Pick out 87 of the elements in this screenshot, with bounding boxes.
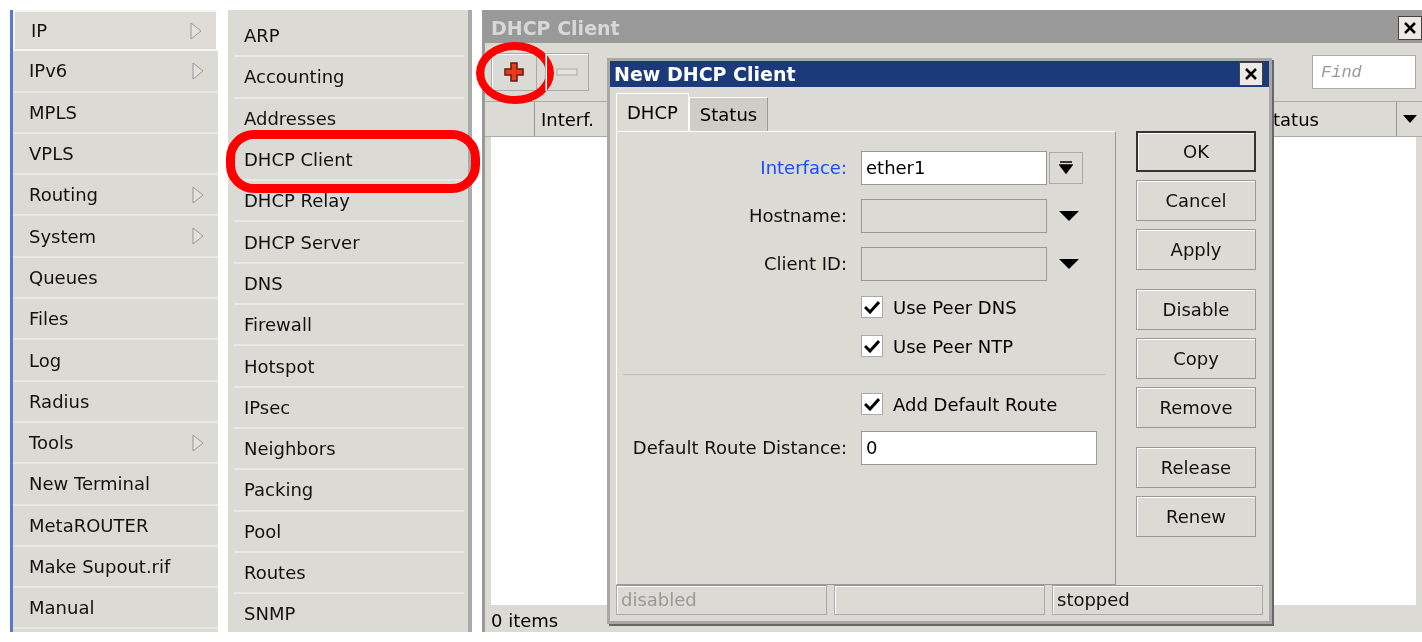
submenu-item[interactable]: DNS bbox=[234, 263, 464, 306]
input-field[interactable]: 0 bbox=[861, 430, 1097, 465]
menu-item-label: Queues bbox=[29, 266, 98, 288]
submenu-item[interactable]: IPsec bbox=[234, 387, 464, 429]
submenu-item[interactable]: Packing bbox=[234, 470, 464, 512]
checkbox[interactable] bbox=[861, 393, 883, 416]
dropdown-arrow-icon bbox=[1402, 115, 1417, 123]
checkbox[interactable] bbox=[861, 296, 883, 319]
checkbox-label: Use Peer NTP bbox=[893, 335, 1014, 357]
submenu-item[interactable]: Routes bbox=[234, 552, 464, 595]
submenu-item[interactable]: Accounting bbox=[234, 57, 464, 99]
menu-item-label: Files bbox=[29, 308, 69, 330]
item-count: 0 items bbox=[490, 608, 560, 632]
submenu-item[interactable]: Firewall bbox=[234, 305, 464, 347]
menu-item[interactable]: MPLS bbox=[13, 92, 218, 134]
checkbox[interactable] bbox=[861, 335, 883, 358]
checkmark-icon bbox=[864, 300, 880, 315]
list-button[interactable] bbox=[1049, 151, 1083, 184]
find-field[interactable]: Find bbox=[1312, 55, 1416, 89]
submenu-item[interactable]: DHCP Relay bbox=[234, 181, 464, 223]
menu-item[interactable]: IP bbox=[13, 10, 218, 52]
tab[interactable]: Status bbox=[688, 96, 769, 131]
dialog-title: New DHCP Client bbox=[614, 62, 796, 85]
menu-item[interactable]: Files bbox=[13, 299, 218, 341]
menu-item[interactable]: Routing bbox=[13, 175, 218, 217]
plus-icon bbox=[503, 61, 525, 83]
menu-item[interactable]: New Terminal bbox=[13, 464, 218, 506]
menu-item[interactable]: Make Supout.rif bbox=[13, 546, 218, 589]
checkmark-icon bbox=[864, 339, 880, 354]
status-cell: stopped bbox=[1052, 584, 1263, 615]
dialog-button[interactable]: Remove bbox=[1136, 386, 1256, 428]
close-button[interactable] bbox=[1239, 61, 1263, 86]
menu-item-label: System bbox=[29, 225, 97, 247]
field-label: Client ID: bbox=[762, 253, 847, 275]
dialog-button[interactable]: Cancel bbox=[1136, 179, 1256, 221]
menu-item-label: IP bbox=[31, 20, 48, 42]
dropdown-arrow-icon bbox=[1059, 160, 1073, 175]
dialog-button[interactable]: Release bbox=[1136, 446, 1256, 488]
menu-item[interactable]: System bbox=[13, 216, 218, 258]
close-icon bbox=[1244, 66, 1258, 81]
menu-item-label: IPv6 bbox=[29, 60, 68, 82]
menu-item[interactable]: Tools bbox=[13, 422, 218, 465]
dialog-button[interactable]: Apply bbox=[1136, 228, 1256, 270]
menu-item-label: New Terminal bbox=[29, 473, 151, 495]
remove-button[interactable] bbox=[545, 53, 589, 91]
field-label: Default Route Distance: bbox=[631, 437, 847, 459]
menu-item[interactable]: IPv6 bbox=[13, 51, 218, 93]
menu-item-label: Log bbox=[29, 349, 62, 371]
menu-item-label: Routing bbox=[29, 184, 98, 206]
tab[interactable]: DHCP bbox=[616, 92, 689, 131]
field-label: Hostname: bbox=[747, 205, 847, 227]
menu-item[interactable]: Radius bbox=[13, 381, 218, 423]
dialog-button[interactable]: Renew bbox=[1136, 495, 1256, 537]
minus-icon bbox=[556, 68, 578, 76]
field-label: Interface: bbox=[759, 157, 847, 179]
add-button[interactable] bbox=[491, 53, 537, 91]
submenu-item[interactable]: DHCP Client bbox=[234, 139, 464, 182]
checkmark-icon bbox=[864, 397, 880, 412]
checkbox-label: Use Peer DNS bbox=[893, 296, 1017, 318]
close-button[interactable] bbox=[1398, 16, 1422, 40]
menu-item-label: MetaROUTER bbox=[29, 514, 149, 536]
menu-item[interactable]: VPLS bbox=[13, 133, 218, 176]
submenu-item[interactable]: Pool bbox=[234, 511, 464, 553]
submenu-item[interactable]: Addresses bbox=[234, 98, 464, 140]
dialog-button[interactable]: Copy bbox=[1136, 337, 1256, 379]
menu-item-label: Radius bbox=[29, 390, 90, 412]
menu-item-label: Tools bbox=[29, 432, 74, 454]
menu-item[interactable]: Log bbox=[13, 340, 218, 382]
dialog-button[interactable]: Disable bbox=[1136, 288, 1256, 330]
menu-item[interactable]: Queues bbox=[13, 257, 218, 300]
close-icon bbox=[1403, 21, 1417, 35]
status-cell: disabled bbox=[616, 584, 827, 615]
dialog-button[interactable]: OK bbox=[1136, 130, 1256, 172]
submenu-item[interactable]: SNMP bbox=[234, 594, 464, 632]
menu-item-label: Manual bbox=[29, 597, 95, 619]
menu-item[interactable]: Manual bbox=[13, 588, 218, 630]
submenu-item[interactable]: ARP bbox=[234, 16, 464, 58]
input-field[interactable]: ether1 bbox=[861, 150, 1047, 185]
menu-item-label: VPLS bbox=[29, 143, 74, 165]
submenu-item[interactable]: Hotspot bbox=[234, 346, 464, 388]
checkbox-label: Add Default Route bbox=[893, 393, 1058, 415]
window-title: DHCP Client bbox=[491, 17, 620, 39]
submenu-item[interactable]: DHCP Server bbox=[234, 222, 464, 264]
menu-item-label: MPLS bbox=[29, 101, 77, 123]
menu-item[interactable]: MetaROUTER bbox=[13, 505, 218, 547]
submenu-item[interactable]: Neighbors bbox=[234, 428, 464, 471]
menu-item-label: Make Supout.rif bbox=[29, 556, 171, 577]
